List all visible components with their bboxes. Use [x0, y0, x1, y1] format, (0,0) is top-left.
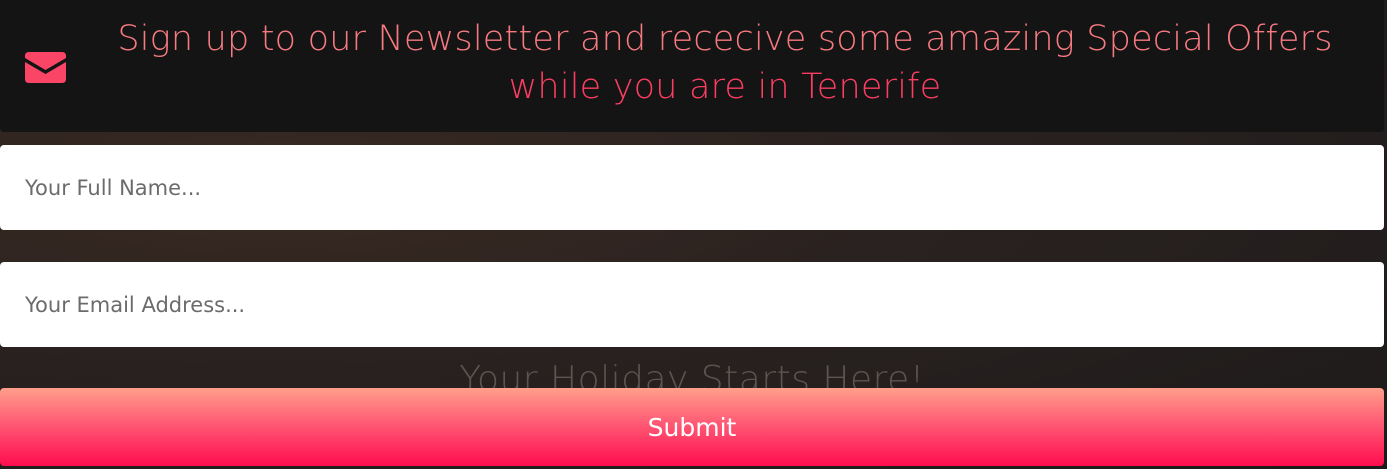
submit-button[interactable]: Submit — [0, 388, 1384, 466]
email-field-wrapper — [0, 262, 1384, 347]
full-name-input[interactable] — [0, 145, 1384, 230]
headline-line-1: Sign up to our Newsletter and rececive s… — [117, 19, 1333, 59]
headline-line-2: while you are in Tenerife — [508, 67, 942, 107]
full-name-field-wrapper — [0, 145, 1384, 230]
newsletter-header: Sign up to our Newsletter and rececive s… — [0, 0, 1384, 132]
newsletter-headline: Sign up to our Newsletter and rececive s… — [80, 15, 1370, 111]
envelope-icon — [25, 52, 66, 83]
email-input[interactable] — [0, 262, 1384, 347]
